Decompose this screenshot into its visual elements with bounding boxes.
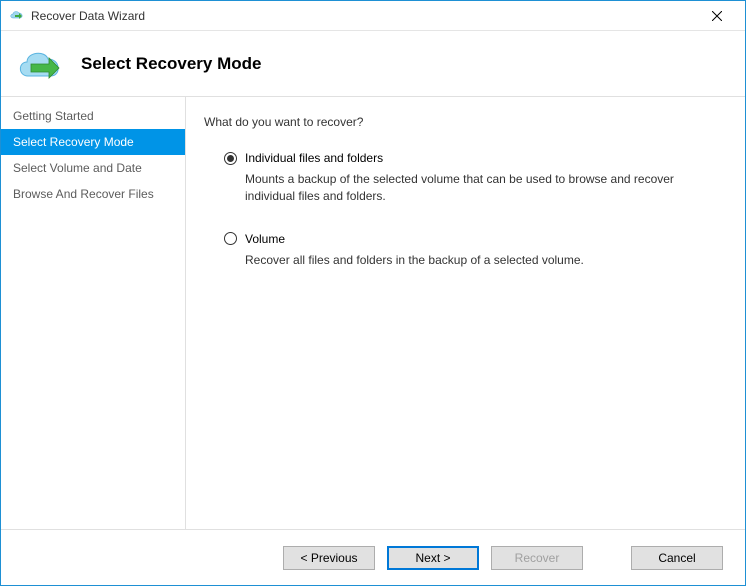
sidebar-item-getting-started[interactable]: Getting Started [1, 103, 185, 129]
titlebar: Recover Data Wizard [1, 1, 745, 31]
sidebar-item-select-volume-and-date[interactable]: Select Volume and Date [1, 155, 185, 181]
sidebar-item-label: Select Recovery Mode [13, 135, 134, 149]
option-description: Recover all files and folders in the bac… [224, 252, 721, 269]
wizard-content: What do you want to recover? Individual … [186, 97, 745, 529]
app-icon [9, 8, 25, 24]
wizard-window: Recover Data Wizard Select Recovery Mode… [0, 0, 746, 586]
sidebar-item-label: Getting Started [13, 109, 94, 123]
option-individual-files: Individual files and folders Mounts a ba… [224, 151, 721, 206]
option-label: Volume [245, 232, 285, 246]
option-description: Mounts a backup of the selected volume t… [224, 171, 721, 206]
recovery-mode-options: Individual files and folders Mounts a ba… [204, 151, 721, 269]
option-volume: Volume Recover all files and folders in … [224, 232, 721, 269]
wizard-footer: < Previous Next > Recover Cancel [1, 529, 745, 585]
cloud-recover-icon [15, 44, 63, 84]
page-title: Select Recovery Mode [81, 54, 261, 74]
window-title: Recover Data Wizard [31, 9, 697, 23]
sidebar-item-browse-and-recover-files[interactable]: Browse And Recover Files [1, 181, 185, 207]
sidebar-item-label: Select Volume and Date [13, 161, 142, 175]
wizard-body: Getting Started Select Recovery Mode Sel… [1, 96, 745, 529]
wizard-steps-sidebar: Getting Started Select Recovery Mode Sel… [1, 97, 186, 529]
sidebar-item-select-recovery-mode[interactable]: Select Recovery Mode [1, 129, 185, 155]
next-button[interactable]: Next > [387, 546, 479, 570]
recover-button: Recover [491, 546, 583, 570]
cancel-button[interactable]: Cancel [631, 546, 723, 570]
option-label: Individual files and folders [245, 151, 383, 165]
option-volume-row[interactable]: Volume [224, 232, 721, 246]
wizard-header: Select Recovery Mode [1, 31, 745, 96]
close-icon [712, 11, 722, 21]
previous-button[interactable]: < Previous [283, 546, 375, 570]
content-heading: What do you want to recover? [204, 115, 721, 129]
radio-individual-files[interactable] [224, 152, 237, 165]
close-button[interactable] [697, 2, 737, 30]
sidebar-item-label: Browse And Recover Files [13, 187, 154, 201]
radio-volume[interactable] [224, 232, 237, 245]
option-individual-files-row[interactable]: Individual files and folders [224, 151, 721, 165]
